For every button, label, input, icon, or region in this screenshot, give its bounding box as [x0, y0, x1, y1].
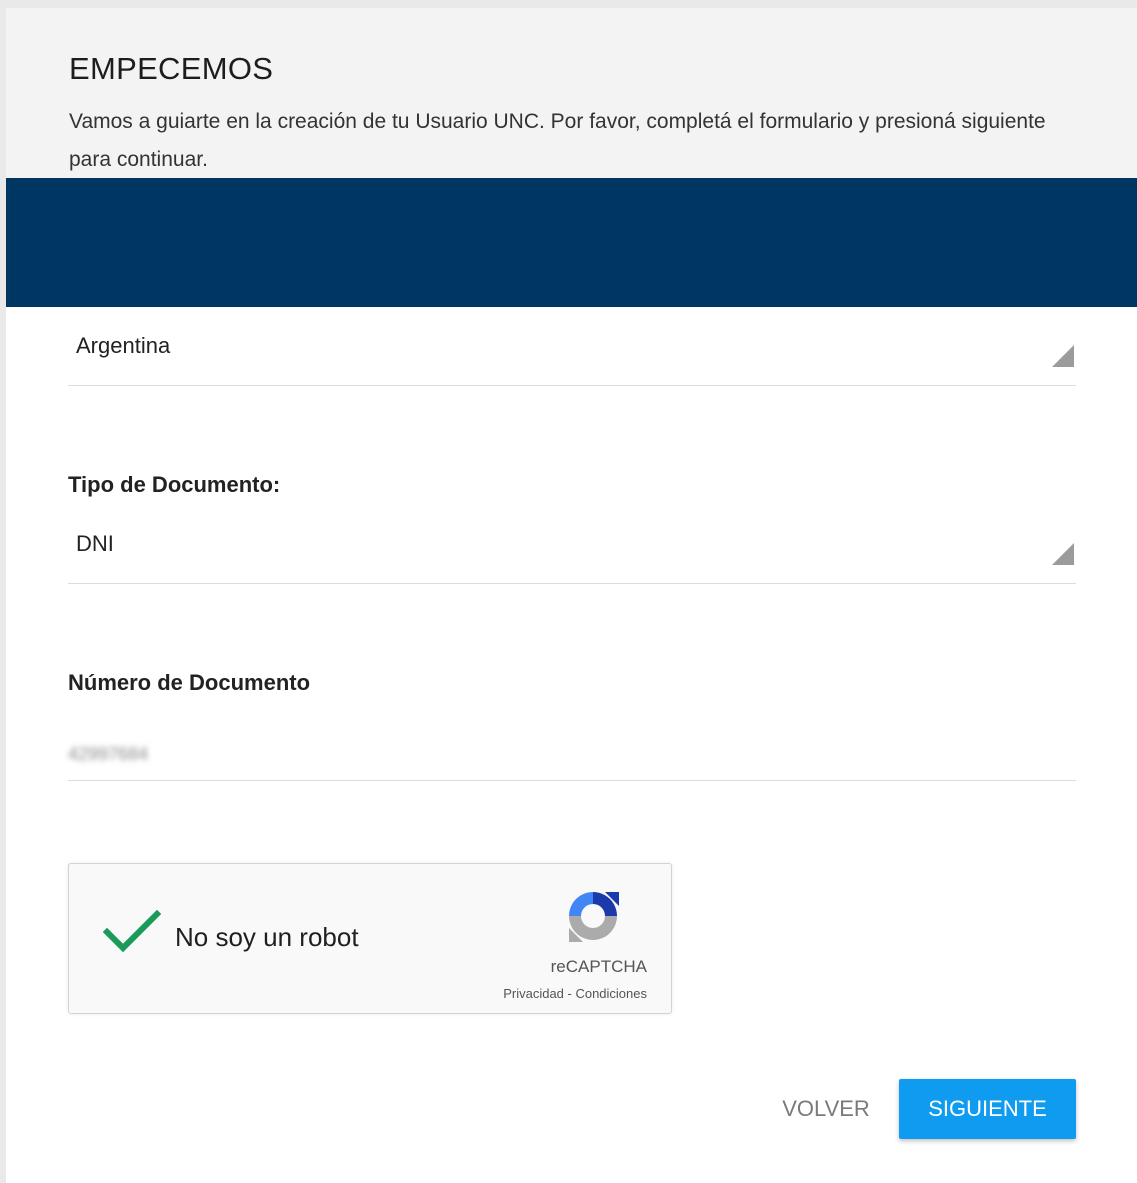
doc-number-label: Número de Documento — [68, 670, 311, 695]
checkmark-icon[interactable] — [102, 909, 162, 959]
recaptcha-links[interactable]: Privacidad - Condiciones — [503, 986, 647, 1001]
doc-type-select[interactable]: DNI — [68, 523, 1076, 584]
country-select[interactable]: Argentina — [68, 325, 1076, 386]
header-area: EMPECEMOS Vamos a guiarte en la creación… — [6, 8, 1137, 178]
doc-type-label: Tipo de Documento: — [68, 472, 281, 497]
doc-type-select-value: DNI — [76, 531, 114, 556]
next-button[interactable]: SIGUIENTE — [899, 1079, 1076, 1139]
dropdown-arrow-icon — [1052, 345, 1074, 367]
back-button[interactable]: VOLVER — [770, 1079, 882, 1139]
intro-text: Vamos a guiarte en la creación de tu Usu… — [69, 110, 1046, 171]
country-select-value: Argentina — [76, 333, 171, 358]
dropdown-arrow-icon — [1052, 543, 1074, 565]
recaptcha-widget: No soy un robot reCAPTCHA Privacidad - C… — [68, 863, 672, 1014]
doc-number-value: 42997684 — [68, 744, 149, 764]
recaptcha-brand: reCAPTCHA — [550, 957, 647, 976]
doc-number-input[interactable]: 42997684 — [68, 734, 1076, 781]
recaptcha-logo-icon — [561, 886, 625, 953]
header-banner — [6, 178, 1137, 307]
page-title: EMPECEMOS — [69, 51, 274, 86]
form-card: EMPECEMOS Vamos a guiarte en la creación… — [6, 8, 1137, 1183]
captcha-label: No soy un robot — [175, 922, 359, 952]
